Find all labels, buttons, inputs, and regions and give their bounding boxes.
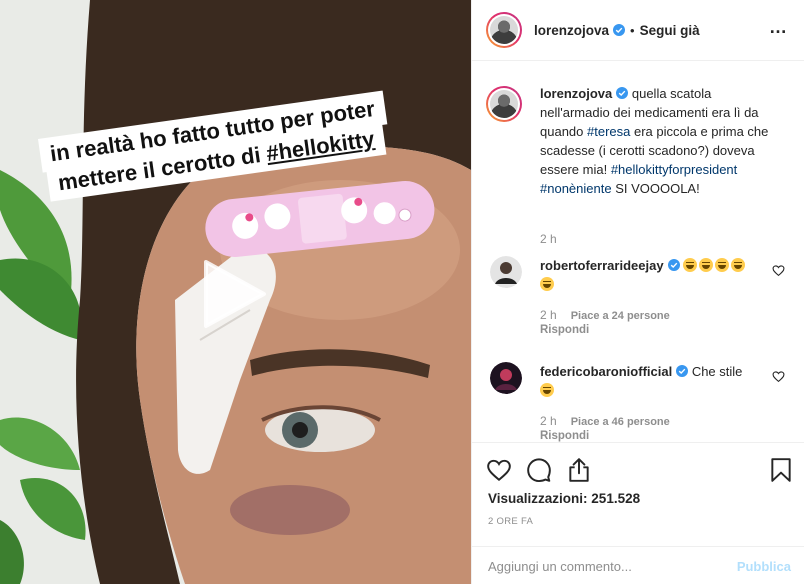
caption-text: lorenzojova quella scatola nell'armadio …: [540, 84, 770, 198]
verified-badge-icon: [667, 259, 680, 271]
avatar[interactable]: [486, 86, 522, 122]
verified-badge-icon: [613, 24, 626, 36]
view-count[interactable]: Visualizzazioni: 251.528: [488, 491, 640, 506]
comment-body: Che stile: [688, 364, 743, 379]
caption-username[interactable]: lorenzojova: [540, 86, 612, 101]
header-username[interactable]: lorenzojova: [534, 23, 609, 38]
verified-badge-icon: [616, 87, 629, 99]
caption-meta: 2 h: [540, 232, 571, 246]
add-comment-bar: Pubblica: [472, 546, 804, 584]
comment-text: federicobaroniofficial Che stile: [540, 362, 770, 400]
comment-likes[interactable]: Piace a 24 persone: [571, 310, 670, 322]
share-icon[interactable]: [566, 457, 592, 483]
laughing-emoji-icon: [731, 258, 746, 272]
like-comment-heart-icon[interactable]: [772, 370, 785, 383]
post-side-panel: lorenzojova • Segui già … lorenzojova qu…: [471, 0, 804, 584]
hashtag-hellokittyforpresident[interactable]: #hellokittyforpresident: [611, 162, 737, 177]
comments-list[interactable]: lorenzojova quella scatola nell'armadio …: [472, 62, 804, 442]
comment-username[interactable]: federicobaroniofficial: [540, 364, 672, 379]
comment-time[interactable]: 2 h: [540, 308, 557, 322]
post-media[interactable]: in realtà ho fatto tutto per poter mette…: [0, 0, 471, 584]
avatar[interactable]: [490, 256, 522, 288]
laughing-emoji-icon: [715, 258, 730, 272]
caption-time[interactable]: 2 h: [540, 232, 557, 246]
avatar[interactable]: [490, 362, 522, 394]
comment-likes[interactable]: Piace a 46 persone: [571, 416, 670, 428]
comment-meta: 2 h Piace a 46 persone: [540, 414, 684, 428]
more-options-icon[interactable]: …: [769, 18, 791, 38]
laughing-emoji-icon: [540, 383, 554, 397]
verified-badge-icon: [676, 365, 689, 377]
caption-text-part: SI VOOOOLA!: [611, 181, 700, 196]
add-comment-input[interactable]: [488, 555, 718, 577]
views-label: Visualizzazioni:: [488, 491, 588, 506]
hashtag-noneniente[interactable]: #nonèniente: [540, 181, 612, 196]
avatar[interactable]: [486, 12, 522, 48]
comment-bubble-icon[interactable]: [526, 457, 552, 483]
post-actions: Visualizzazioni: 251.528 2 ORE FA: [472, 442, 804, 546]
play-icon[interactable]: [198, 258, 270, 330]
reply-button[interactable]: Rispondi: [540, 430, 589, 442]
comment-username[interactable]: robertoferrarideejay: [540, 258, 664, 273]
following-button[interactable]: Segui già: [640, 23, 700, 38]
publish-button[interactable]: Pubblica: [737, 559, 791, 574]
reply-button[interactable]: Rispondi: [540, 324, 589, 336]
comment-meta: 2 h Piace a 24 persone: [540, 308, 684, 322]
hashtag-teresa[interactable]: #teresa: [587, 124, 630, 139]
laughing-emoji-icon: [683, 258, 698, 272]
views-value: 251.528: [591, 491, 641, 506]
post-header: lorenzojova • Segui già …: [472, 0, 804, 61]
comment-text: robertoferrarideejay: [540, 256, 770, 294]
comment-time[interactable]: 2 h: [540, 414, 557, 428]
like-heart-icon[interactable]: [486, 457, 512, 483]
post-time-ago[interactable]: 2 ORE FA: [488, 516, 533, 527]
laughing-emoji-icon: [540, 277, 554, 291]
laughing-emoji-icon: [699, 258, 714, 272]
header-separator: •: [630, 22, 635, 38]
save-bookmark-icon[interactable]: [768, 457, 794, 483]
like-comment-heart-icon[interactable]: [772, 264, 785, 277]
